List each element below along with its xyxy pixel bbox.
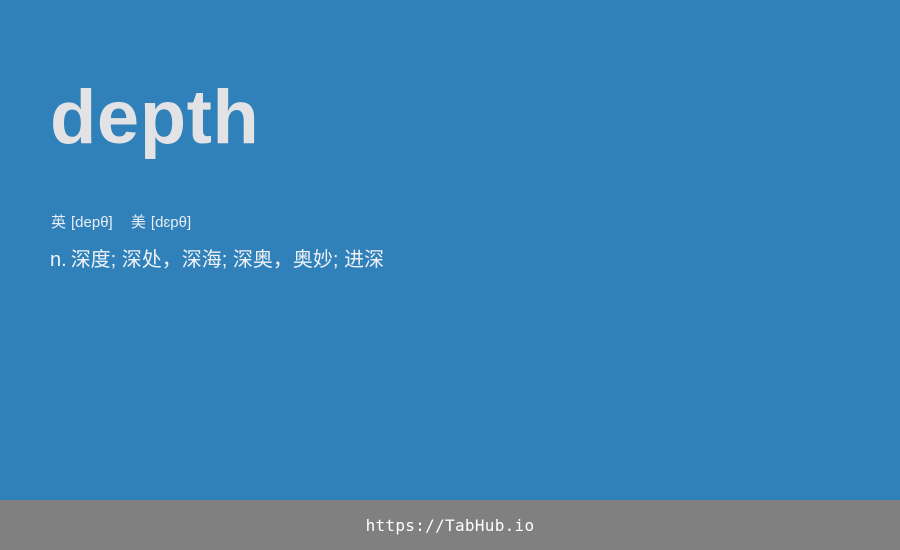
us-phonetic: 美 [dɛpθ]	[131, 213, 191, 233]
uk-phonetic: 英 [depθ]	[51, 213, 113, 233]
definition-line: n. 深度; 深处，深海; 深奥，奥妙; 进深	[50, 247, 384, 273]
definition-meanings: 深度; 深处，深海; 深奥，奥妙; 进深	[70, 249, 385, 271]
uk-ipa: [depθ]	[71, 214, 113, 231]
headword: depth	[50, 75, 260, 160]
us-ipa: [dɛpθ]	[150, 214, 192, 231]
part-of-speech: n.	[50, 249, 67, 271]
tabhub-link[interactable]: https://TabHub.io	[366, 516, 535, 535]
footer-bar: https://TabHub.io	[0, 500, 900, 550]
uk-label: 英	[51, 214, 67, 231]
word-card: depth 英 [depθ] 美 [dɛpθ] n. 深度; 深处，深海; 深奥，奥妙…	[0, 0, 900, 500]
phonetics-row: 英 [depθ] 美 [dɛpθ]	[51, 213, 191, 233]
us-label: 美	[130, 214, 146, 231]
